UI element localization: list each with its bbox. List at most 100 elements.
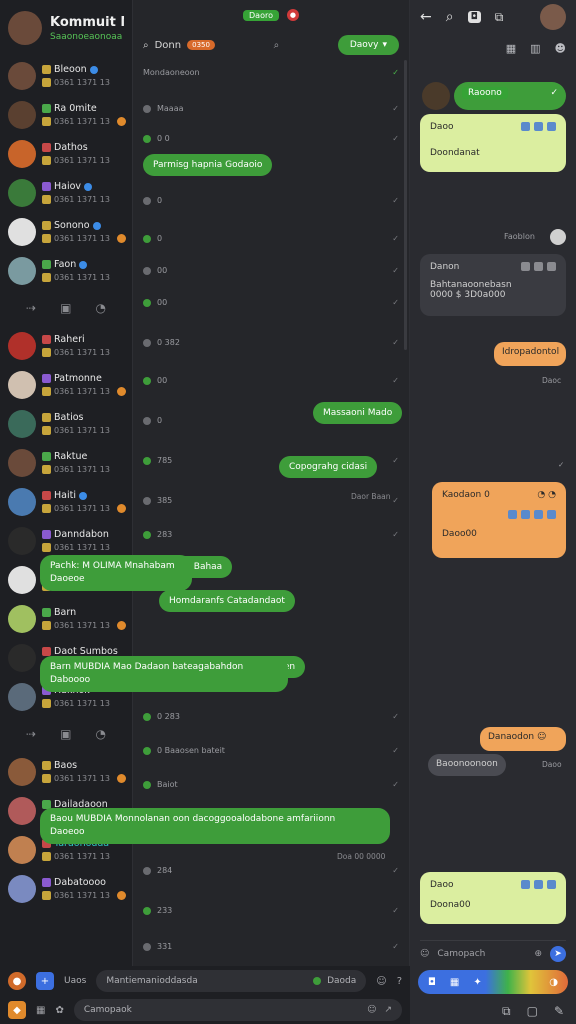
message-card-2[interactable]: Danon Bahtanaoonebasn 0000 $ 3D0a000	[420, 254, 566, 316]
message-row[interactable]: 00 ✓	[143, 298, 399, 307]
check-icon: ✓	[392, 376, 399, 385]
message-row[interactable]: 0✓	[143, 196, 399, 205]
float-bubble-2[interactable]: Barn MUBDIA Mao Dadaon bateagabahdon Dab…	[40, 656, 288, 692]
color-icon[interactable]: ◑	[549, 977, 558, 988]
search-chip: 0350	[187, 40, 215, 50]
copy-icon[interactable]: ⧉	[502, 1004, 511, 1019]
avatar	[8, 370, 36, 399]
scrollbar[interactable]	[404, 60, 407, 350]
message-row[interactable]: Maaaa ✓	[143, 104, 399, 113]
sender-avatar	[422, 82, 450, 110]
help-icon[interactable]: ?	[397, 976, 402, 987]
message-row[interactable]: 0✓	[143, 234, 399, 243]
message-row[interactable]: 0 382 ✓	[143, 338, 399, 347]
message-row[interactable]: 0 283 ✓	[143, 712, 399, 721]
chat-preview: 0361 1371 13	[54, 699, 110, 708]
chat-list-item[interactable]: Raheri 0361 1371 13	[0, 326, 132, 365]
magnifier-icon[interactable]: ⌕	[274, 40, 280, 51]
message-row[interactable]: 233 ✓	[143, 906, 399, 915]
status-input[interactable]: Mantiemanioddasda Daoda	[96, 970, 367, 992]
avatar	[8, 643, 36, 672]
header-chip[interactable]: Raoono ✓	[454, 82, 566, 110]
message-bubble[interactable]: Copograhg cidasi	[279, 456, 378, 478]
back-arrow-icon[interactable]: ←	[420, 9, 432, 25]
stats-icon[interactable]: ▥	[530, 42, 540, 55]
float-bubble-3[interactable]: Baou MUBDIA Monnolanan oon dacoggooaloda…	[40, 808, 390, 844]
emoji-icon: ☺	[420, 948, 430, 959]
chat-list-item[interactable]: Faon 0361 1371 13	[0, 251, 132, 290]
message-bubble[interactable]: Parmisg hapnia Godaoio	[143, 154, 273, 176]
more-icon[interactable]: ◔	[95, 727, 105, 741]
puzzle-icon[interactable]: ✦	[473, 977, 481, 988]
chat-list-item[interactable]: Raktue 0361 1371 13	[0, 443, 132, 482]
more-icon[interactable]: ◔	[95, 301, 105, 315]
emoji-icon[interactable]: ☺	[376, 976, 386, 987]
chat-list-item[interactable]: Dathos 0361 1371 13	[0, 134, 132, 173]
status-dot	[143, 866, 151, 875]
message-row[interactable]: 0 0 ✓	[143, 134, 399, 143]
detail-input[interactable]: ☺ Camopach ⊕ ➤	[420, 940, 566, 966]
chat-list-item[interactable]: Ra 0mite 0361 1371 13	[0, 95, 132, 134]
search-icon[interactable]: ⌕	[143, 40, 149, 51]
profile-avatar[interactable]	[8, 11, 42, 45]
add-icon[interactable]: +	[36, 972, 54, 990]
chat-list-item[interactable]: Dabatoooo 0361 1371 13	[0, 869, 132, 908]
message-bubble[interactable]: Homdaranfs Catadandaot	[159, 590, 295, 612]
sticker-icon[interactable]: ✿	[55, 1005, 63, 1016]
orange-message-2[interactable]: Danaodon ☺	[480, 727, 566, 751]
avatar-icon[interactable]: ●	[8, 972, 26, 990]
status-icon	[42, 426, 51, 435]
float-bubble-1[interactable]: Pachk: M OLIMA Mnahabam Daoeoe	[40, 555, 192, 591]
folder-icon[interactable]: ▣	[60, 727, 71, 741]
chat-name: Dabatoooo	[54, 877, 106, 888]
status-icon	[42, 504, 51, 513]
message-row[interactable]: 331 ✓	[143, 942, 399, 951]
contact-avatar[interactable]	[540, 4, 566, 30]
message-row[interactable]: 00 ✓	[143, 376, 399, 385]
online-dot	[313, 977, 322, 985]
search-icon[interactable]: ⌕	[446, 9, 454, 25]
chat-list-item[interactable]: Barn 0361 1371 13	[0, 599, 132, 638]
chat-name: Raktue	[54, 451, 88, 462]
dark-pill[interactable]: Baoonoonoon	[428, 754, 506, 776]
quick-action-bar[interactable]: ◘ ▦ ✦ ◑	[418, 970, 568, 994]
message-row[interactable]: Baiot ✓	[143, 780, 399, 789]
chat-list-item[interactable]: Sonono 0361 1371 13	[0, 212, 132, 251]
calendar-icon[interactable]: ▦	[506, 42, 516, 55]
chat-list-item[interactable]: Bleoon 0361 1371 13	[0, 56, 132, 95]
message-card-3[interactable]: Kaodaon 0 ◔ ◔ Daoo00	[432, 482, 566, 558]
people-icon[interactable]: ☻	[555, 42, 566, 55]
chat-list-item[interactable]: Haiov 0361 1371 13	[0, 173, 132, 212]
chat-list-item[interactable]: Baos 0361 1371 13	[0, 752, 132, 791]
app-subtitle: Saaonoeaonoaa	[50, 31, 123, 42]
grid-icon[interactable]: ▦	[450, 977, 459, 988]
message-card-4[interactable]: Daoo Doona00	[420, 872, 566, 924]
edit-icon[interactable]: ✎	[554, 1004, 564, 1018]
message-card-1[interactable]: Daoo Doondanat	[420, 114, 566, 172]
message-row[interactable]: 284 ✓	[143, 866, 399, 875]
shield-icon[interactable]: ◘	[428, 977, 436, 988]
forward-icon[interactable]: ⇢	[26, 727, 36, 741]
folder-icon[interactable]: ▣	[60, 301, 71, 315]
orange-message-1[interactable]: Idropadontol	[494, 342, 566, 366]
frame-icon[interactable]: ▢	[527, 1004, 538, 1018]
compose-button[interactable]: Daovy ▾	[337, 35, 399, 55]
avatar	[8, 874, 36, 903]
message-row[interactable]: 0 Baaosen bateit ✓	[143, 746, 399, 755]
status-dot	[143, 942, 151, 951]
message-bubble[interactable]: Massaoni Mado	[313, 402, 403, 424]
forward-icon[interactable]: ⇢	[26, 301, 36, 315]
app-icon[interactable]: ◘	[467, 11, 481, 23]
message-row[interactable]: 283 ✓	[143, 530, 399, 539]
message-row[interactable]: 00 ✓	[143, 266, 399, 275]
chat-list-item[interactable]: Batios 0361 1371 13	[0, 404, 132, 443]
message-input[interactable]: Camopaok ☺ ↗	[73, 999, 402, 1021]
window-icon[interactable]: ⧉	[495, 10, 504, 25]
unread-dot	[116, 621, 126, 630]
chat-list-item[interactable]: Haiti 0361 1371 13	[0, 482, 132, 521]
chat-preview: 0361 1371 13	[54, 195, 110, 204]
chat-list-item[interactable]: Patmonne 0361 1371 13	[0, 365, 132, 404]
grid-icon[interactable]: ▦	[36, 1005, 45, 1016]
attach-icon[interactable]: ◆	[8, 1001, 26, 1019]
badge-icon	[42, 260, 51, 269]
